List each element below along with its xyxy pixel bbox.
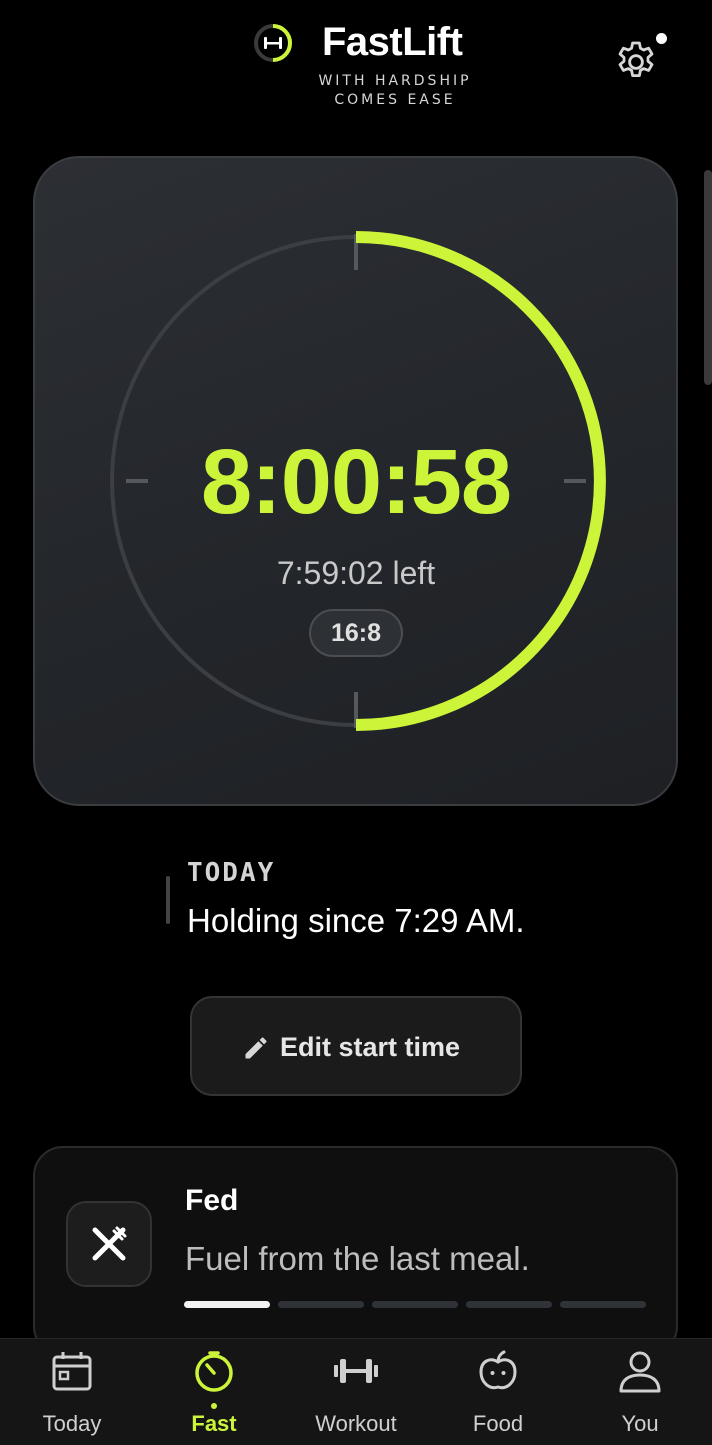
stage-segment (184, 1301, 270, 1308)
nav-label-you: You (621, 1411, 659, 1436)
stage-segment (372, 1301, 458, 1308)
fasting-progress-ring (110, 231, 606, 731)
active-indicator-dot (211, 1403, 217, 1409)
fork-knife-icon (92, 1226, 127, 1261)
calendar-icon (52, 1352, 92, 1391)
nav-item-today[interactable]: Today (12, 1339, 132, 1445)
status-text: Holding since 7:29 AM. (187, 902, 525, 939)
dumbbell-icon (334, 1359, 378, 1383)
timer-icon (195, 1351, 233, 1392)
bottom-navigation: Today Fast Workout Food You (0, 1338, 712, 1445)
nav-label-workout: Workout (315, 1411, 397, 1436)
stage-segment (278, 1301, 364, 1308)
person-icon (619, 1351, 661, 1393)
stage-icon-box (66, 1201, 152, 1287)
pencil-icon (245, 1037, 267, 1059)
apple-icon (479, 1350, 517, 1390)
nav-label-today: Today (42, 1411, 102, 1436)
nav-item-fast[interactable]: Fast (154, 1339, 274, 1445)
stage-segment (560, 1301, 646, 1308)
elapsed-time: 8:00:58 (200, 431, 512, 533)
nav-label-fast: Fast (191, 1411, 237, 1436)
stage-title: Fed (185, 1184, 239, 1217)
nav-item-workout[interactable]: Workout (296, 1339, 416, 1445)
nav-item-you[interactable]: You (580, 1339, 700, 1445)
nav-item-food[interactable]: Food (438, 1339, 558, 1445)
fasting-protocol-badge[interactable]: 16:8 (309, 609, 403, 657)
edit-start-time-label: Edit start time (280, 1032, 461, 1062)
status-label: TODAY (187, 858, 276, 888)
edit-start-time-button[interactable]: Edit start time (190, 996, 522, 1096)
status-accent-bar (166, 876, 170, 924)
scrollbar-thumb[interactable] (704, 170, 712, 385)
time-remaining: 7:59:02 left (276, 555, 436, 591)
stage-subtitle: Fuel from the last meal. (185, 1240, 530, 1277)
stage-segment (466, 1301, 552, 1308)
nav-label-food: Food (472, 1411, 524, 1436)
